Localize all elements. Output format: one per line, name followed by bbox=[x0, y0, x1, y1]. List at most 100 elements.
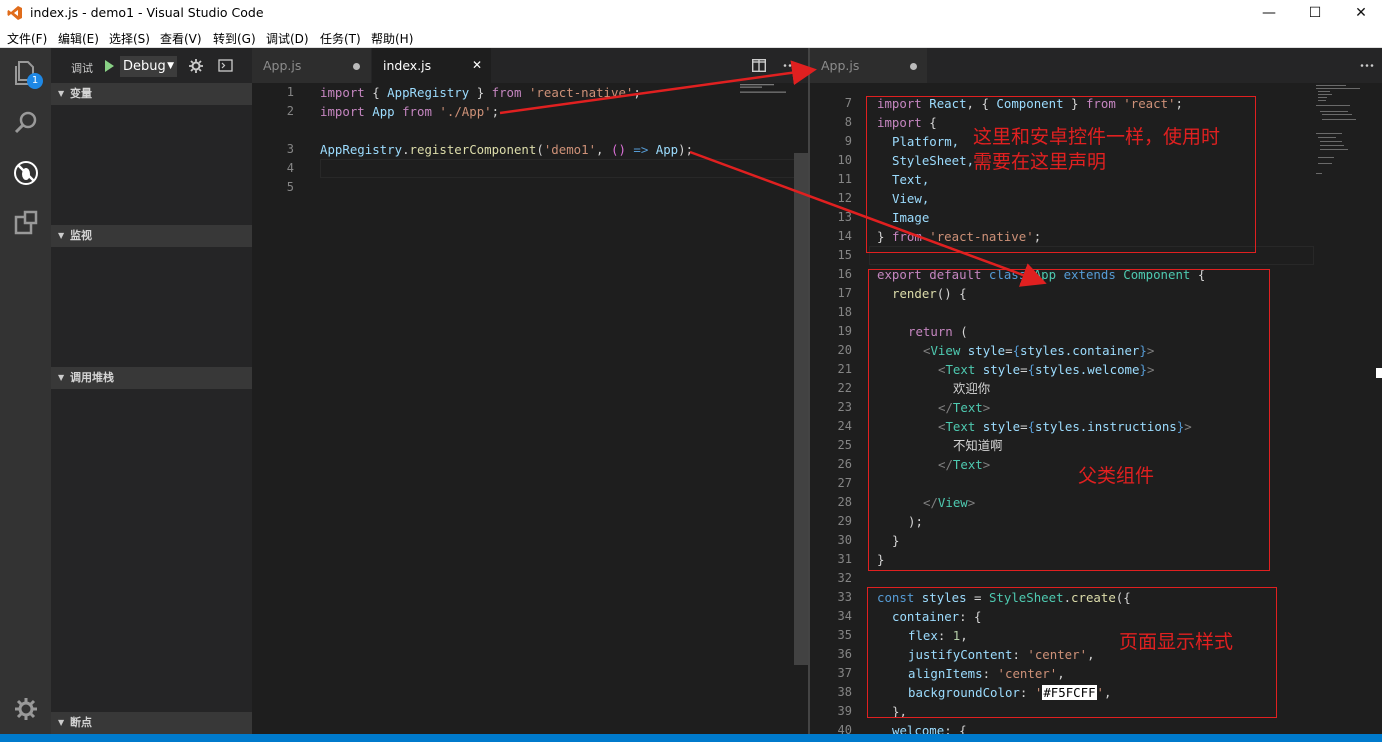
line-number: 25 bbox=[837, 438, 852, 452]
line-number: 9 bbox=[844, 134, 852, 148]
line-number: 12 bbox=[837, 191, 852, 205]
code-line-40: welcome: { bbox=[892, 723, 967, 734]
component-annotation-text: 父类组件 bbox=[1078, 465, 1155, 487]
line-number: 11 bbox=[837, 172, 852, 186]
overview-ruler-marker bbox=[1376, 368, 1382, 378]
editor-app-js[interactable]: 7 8 9 10 11 12 13 14 15 16 17 18 19 20 21 22 23 24 25 26 27 2… bbox=[810, 83, 1382, 734]
line-number: 29 bbox=[837, 514, 852, 528]
imports-annotation-text-2: 需要在这里声明 bbox=[973, 151, 1107, 173]
line-number: 26 bbox=[837, 457, 852, 471]
window-title: index.js - demo1 - Visual Studio Code bbox=[30, 5, 264, 20]
line-number: 24 bbox=[837, 419, 852, 433]
line-number: 34 bbox=[837, 609, 852, 623]
line-number-gutter: 1 2 3 4 5 bbox=[286, 85, 294, 194]
code-line-2: import App from './App'; bbox=[320, 104, 500, 119]
line-number: 17 bbox=[837, 286, 852, 300]
explorer-badge: 1 bbox=[27, 73, 43, 89]
imports-annotation-box bbox=[866, 96, 1256, 253]
code-line-1: import { AppRegistry } from 'react-nativ… bbox=[320, 85, 641, 100]
chevron-down-icon: ▼ bbox=[58, 89, 65, 98]
minimap[interactable] bbox=[740, 83, 790, 103]
debug-toolbar: 调试 Debug ▼ bbox=[51, 48, 252, 83]
tab-app-js[interactable]: App.js bbox=[252, 48, 371, 83]
styles-annotation-text: 页面显示样式 bbox=[1119, 631, 1234, 653]
line-number: 38 bbox=[837, 685, 852, 699]
more-actions-icon[interactable] bbox=[783, 59, 797, 72]
scrollbar-thumb[interactable] bbox=[794, 153, 808, 665]
close-icon[interactable]: ✕ bbox=[472, 48, 482, 83]
debug-view-title: 调试 bbox=[71, 62, 93, 75]
minimap[interactable] bbox=[1314, 83, 1366, 183]
chevron-down-icon: ▼ bbox=[58, 231, 65, 240]
menu-bar: 文件(F) 编辑(E) 选择(S) 查看(V) 转到(G) 调试(D) 任务(T… bbox=[0, 26, 1382, 48]
line-number: 39 bbox=[837, 704, 852, 718]
debug-sidebar: 调试 Debug ▼ ▼ 变量 ▼ 监视 ▼ 调用堆栈 ▼ 断点 bbox=[51, 48, 252, 734]
line-number: 18 bbox=[837, 305, 852, 319]
chevron-down-icon: ▼ bbox=[167, 61, 174, 71]
title-bar: index.js - demo1 - Visual Studio Code — … bbox=[0, 0, 1382, 26]
menu-view[interactable]: 查看(V) bbox=[160, 30, 202, 47]
menu-goto[interactable]: 转到(G) bbox=[213, 30, 256, 47]
line-number: 23 bbox=[837, 400, 852, 414]
line-number: 13 bbox=[837, 210, 852, 224]
line-number: 8 bbox=[844, 115, 852, 129]
split-editor-icon[interactable] bbox=[752, 59, 766, 72]
line-number: 32 bbox=[837, 571, 852, 585]
chevron-down-icon: ▼ bbox=[58, 373, 65, 382]
vscode-logo-icon bbox=[7, 6, 22, 20]
line-number: 33 bbox=[837, 590, 852, 604]
line-number: 36 bbox=[837, 647, 852, 661]
activity-bar: 1 bbox=[0, 48, 51, 734]
menu-file[interactable]: 文件(F) bbox=[7, 30, 47, 47]
more-actions-icon[interactable] bbox=[1360, 59, 1374, 72]
debug-config-select[interactable]: Debug ▼ bbox=[120, 56, 177, 77]
unsaved-dot-icon bbox=[910, 63, 917, 70]
line-number: 37 bbox=[837, 666, 852, 680]
chevron-down-icon: ▼ bbox=[58, 718, 65, 727]
line-number: 21 bbox=[837, 362, 852, 376]
line-number: 7 bbox=[844, 96, 852, 110]
line-number: 19 bbox=[837, 324, 852, 338]
menu-help[interactable]: 帮助(H) bbox=[371, 30, 413, 47]
close-window-button[interactable]: ✕ bbox=[1338, 0, 1382, 26]
menu-debug[interactable]: 调试(D) bbox=[266, 30, 309, 47]
line-number: 40 bbox=[837, 723, 852, 734]
imports-annotation-text-1: 这里和安卓控件一样，使用时 bbox=[973, 126, 1221, 148]
watch-section-header[interactable]: ▼ 监视 bbox=[51, 225, 252, 247]
line-number: 35 bbox=[837, 628, 852, 642]
tab-index-js[interactable]: index.js ✕ bbox=[372, 48, 491, 83]
start-debugging-button[interactable] bbox=[100, 57, 118, 75]
line-number: 10 bbox=[837, 153, 852, 167]
search-icon[interactable] bbox=[11, 108, 41, 138]
maximize-button[interactable]: ☐ bbox=[1292, 0, 1338, 26]
line-number: 30 bbox=[837, 533, 852, 547]
menu-selection[interactable]: 选择(S) bbox=[109, 30, 150, 47]
editor-group-2-tabs: App.js bbox=[810, 48, 1382, 83]
menu-edit[interactable]: 编辑(E) bbox=[58, 30, 99, 47]
call-stack-section-header[interactable]: ▼ 调用堆栈 bbox=[51, 367, 252, 389]
debug-settings-gear-icon[interactable] bbox=[188, 58, 204, 74]
component-annotation-box bbox=[868, 269, 1270, 571]
status-bar bbox=[0, 734, 1382, 742]
line-number: 15 bbox=[837, 248, 852, 262]
tab-app-js-right[interactable]: App.js bbox=[810, 48, 927, 83]
line-number: 22 bbox=[837, 381, 852, 395]
line-number: 27 bbox=[837, 476, 852, 490]
extensions-icon[interactable] bbox=[11, 208, 41, 238]
minimize-button[interactable]: — bbox=[1246, 0, 1292, 26]
code-line-4: AppRegistry.registerComponent('demo1', (… bbox=[320, 142, 694, 157]
menu-tasks[interactable]: 任务(T) bbox=[320, 30, 361, 47]
line-number: 14 bbox=[837, 229, 852, 243]
line-number: 31 bbox=[837, 552, 852, 566]
unsaved-dot-icon bbox=[353, 63, 360, 70]
line-number: 28 bbox=[837, 495, 852, 509]
settings-gear-icon[interactable] bbox=[11, 694, 41, 724]
breakpoints-section-header[interactable]: ▼ 断点 bbox=[51, 712, 252, 734]
vertical-scrollbar[interactable] bbox=[794, 83, 808, 734]
editor-index-js[interactable]: 1 2 3 4 5 import { AppRegistry } from 'r… bbox=[252, 83, 808, 734]
debug-icon[interactable] bbox=[11, 158, 41, 188]
line-number: 20 bbox=[837, 343, 852, 357]
variables-section-header[interactable]: ▼ 变量 bbox=[51, 83, 252, 105]
editor-group-1-tabs: App.js index.js ✕ bbox=[252, 48, 808, 83]
debug-console-icon[interactable] bbox=[218, 59, 233, 72]
